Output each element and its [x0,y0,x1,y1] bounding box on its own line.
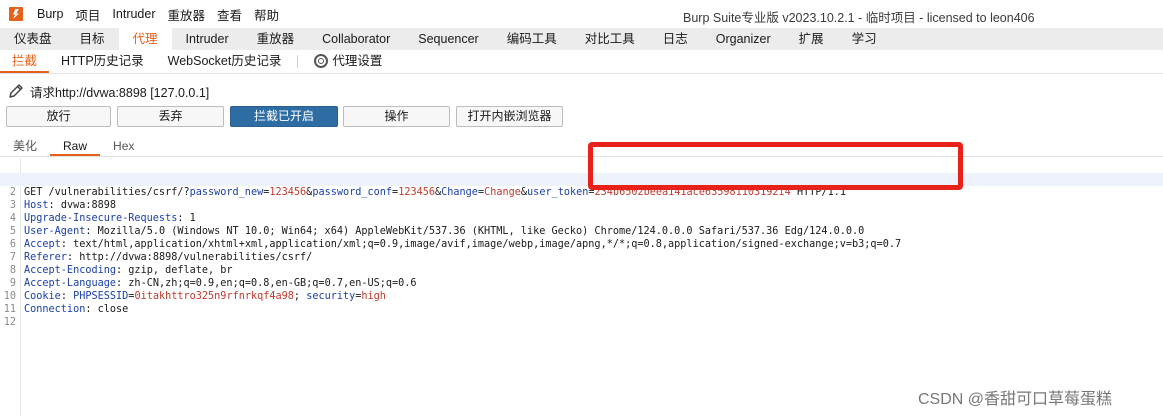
tab-websocket-history[interactable]: WebSocket历史记录 [156,50,294,73]
tab-intercept[interactable]: 拦截 [0,50,50,73]
burp-logo-icon [9,7,23,21]
code-line: 3 Upgrade-Insecure-Requests: 1 [0,186,1163,224]
tab-pretty[interactable]: 美化 [0,137,50,156]
forward-button[interactable]: 放行 [6,106,111,127]
tab-divider [297,55,299,68]
proxy-sub-tab-bar: 拦截 HTTP历史记录 WebSocket历史记录 代理设置 [0,50,1163,74]
tab-repeater[interactable]: 重放器 [243,28,309,50]
message-view-tabs: 美化 Raw Hex [0,137,1163,157]
tab-extensions[interactable]: 扩展 [785,28,838,50]
tab-decoder[interactable]: 编码工具 [493,28,571,50]
code-line: 1 GET /vulnerabilities/csrf/?password_ne… [0,160,1163,198]
tab-sequencer[interactable]: Sequencer [404,28,492,50]
code-line: 5 Accept: text/html,application/xhtml+xm… [0,212,1163,250]
tab-target[interactable]: 目标 [66,28,119,50]
main-tab-bar: 仪表盘 目标 代理 Intruder 重放器 Collaborator Sequ… [0,28,1163,50]
watermark: CSDN @香甜可口草莓蛋糕 [918,391,1113,408]
tab-raw[interactable]: Raw [50,137,101,156]
code-line: 8 Accept-Language: zh-CN,zh;q=0.9,en;q=0… [0,251,1163,289]
code-line: 2 Host: dvwa:8898 [0,173,1163,211]
tab-learn[interactable]: 学习 [838,28,891,50]
code-line: 7 Accept-Encoding: gzip, deflate, br [0,238,1163,276]
intercept-toggle-button[interactable]: 拦截已开启 [230,106,338,127]
menu-repeater[interactable]: 重放器 [168,5,206,24]
proxy-settings-label: 代理设置 [332,54,383,68]
tab-comparer[interactable]: 对比工具 [571,28,649,50]
menu-intruder[interactable]: Intruder [112,7,155,21]
tab-logger[interactable]: 日志 [649,28,702,50]
pencil-icon[interactable] [7,82,25,100]
open-browser-button[interactable]: 打开内嵌浏览器 [456,106,563,127]
tab-hex[interactable]: Hex [100,137,147,156]
gear-icon [314,54,329,68]
annotation-highlight-box [588,142,963,190]
tab-http-history[interactable]: HTTP历史记录 [49,50,156,73]
code-line: 4 User-Agent: Mozilla/5.0 (Windows NT 10… [0,199,1163,237]
code-line: 6 Referer: http://dvwa:8898/vulnerabilit… [0,225,1163,263]
tab-proxy[interactable]: 代理 [118,28,172,50]
code-line: 10 Connection: close [0,277,1163,315]
line-number: 12 [3,317,16,328]
title-bar: Burp 项目 Intruder 重放器 查看 帮助 Burp Suite专业版… [0,0,1163,28]
request-editor[interactable]: 1 GET /vulnerabilities/csrf/?password_ne… [0,158,1163,416]
tab-organizer[interactable]: Organizer [702,28,785,50]
request-target-label: 请求http://dvwa:8898 [127.0.0.1] [30,85,210,100]
intercepted-request-info: 请求http://dvwa:8898 [127.0.0.1] [0,80,209,102]
tab-dashboard[interactable]: 仪表盘 [0,28,66,50]
window-title: Burp Suite专业版 v2023.10.2.1 - 临时项目 - lice… [683,11,1035,25]
menu-help[interactable]: 帮助 [254,5,279,24]
tab-collaborator[interactable]: Collaborator [308,28,404,50]
proxy-settings-button[interactable]: 代理设置 [302,50,394,73]
code-line: 12 [0,303,1163,328]
action-button[interactable]: 操作 [343,106,450,127]
drop-button[interactable]: 丢弃 [117,106,224,127]
code-line: 11 [0,290,1163,315]
code-line: 9 Cookie: PHPSESSID=0itakhttro325n9rfnrk… [0,264,1163,302]
menu-burp[interactable]: Burp [37,7,63,21]
menu-project[interactable]: 项目 [75,5,100,24]
menu-view[interactable]: 查看 [217,5,242,24]
tab-intruder[interactable]: Intruder [172,28,243,50]
